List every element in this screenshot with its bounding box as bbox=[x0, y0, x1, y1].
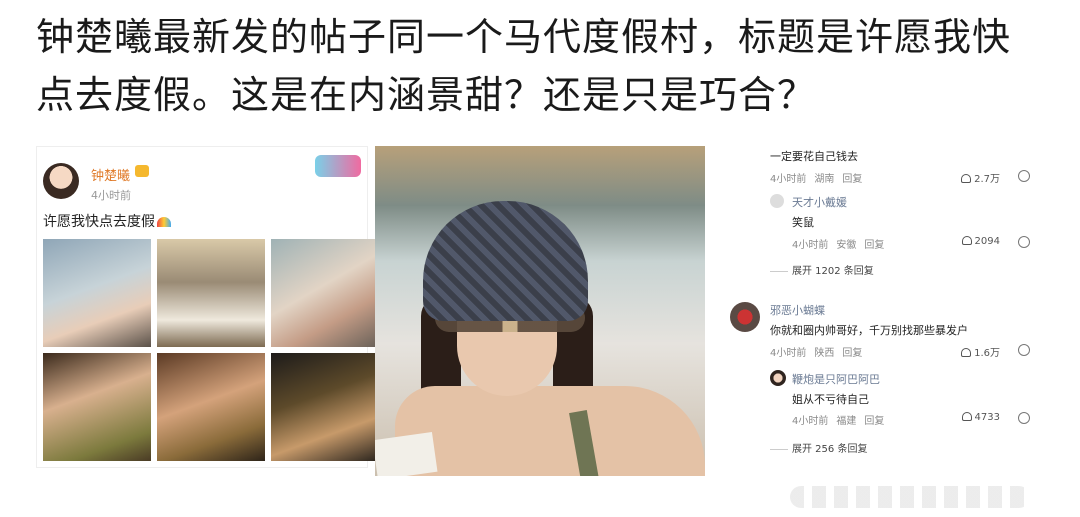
reply-button[interactable]: 回复 bbox=[842, 174, 862, 185]
avatar[interactable] bbox=[730, 302, 760, 332]
like-button[interactable]: 2094 bbox=[961, 236, 1000, 247]
post-text-content: 许愿我快点去度假 bbox=[43, 214, 155, 230]
like-count: 1.6万 bbox=[974, 348, 1000, 359]
reply-time: 4小时前 bbox=[792, 416, 829, 427]
avatar[interactable] bbox=[770, 370, 786, 386]
comment-item: 邪恶小蝴蝶 你就和圈内帅哥好，千万别找那些暴发户 4小时前 陕西 回复 1.6万 bbox=[730, 300, 1040, 364]
reply-text: 姐从不亏待自己 bbox=[792, 393, 869, 406]
badge-icon bbox=[315, 155, 361, 177]
comment-meta: 4小时前 湖南 回复 bbox=[770, 170, 870, 185]
reply-meta: 4小时前 安徽 回复 bbox=[792, 236, 892, 251]
expand-replies-button[interactable]: 展开 256 条回复 bbox=[770, 440, 867, 455]
torso bbox=[395, 386, 705, 476]
post-text: 许愿我快点去度假 bbox=[43, 211, 171, 231]
heart-icon bbox=[961, 174, 972, 183]
crown-icon bbox=[135, 165, 149, 177]
reply-meta: 4小时前 福建 回复 bbox=[792, 412, 892, 427]
avatar[interactable] bbox=[43, 163, 79, 199]
like-count: 2094 bbox=[974, 236, 1000, 247]
bucket-hat bbox=[423, 201, 588, 321]
like-count: 2.7万 bbox=[974, 174, 1000, 185]
headline: 钟楚曦最新发的帖子同一个马代度假村，标题是许愿我快点去度假。这是在内涵景甜？还是… bbox=[36, 15, 1012, 117]
comment-author[interactable]: 邪恶小蝴蝶 bbox=[770, 302, 825, 318]
book bbox=[375, 432, 438, 476]
decorative-bar bbox=[790, 486, 1030, 508]
dislike-icon[interactable] bbox=[1018, 236, 1030, 248]
post-card: 钟楚曦 4小时前 许愿我快点去度假 bbox=[36, 146, 379, 468]
reply-button[interactable]: 回复 bbox=[842, 348, 862, 359]
comment-meta: 4小时前 陕西 回复 bbox=[770, 344, 870, 359]
main-photo[interactable] bbox=[375, 146, 705, 476]
comment-time: 4小时前 bbox=[770, 348, 807, 359]
heart-icon bbox=[961, 412, 972, 421]
dislike-icon[interactable] bbox=[1018, 170, 1030, 182]
reply-text: 笑鼠 bbox=[792, 216, 814, 229]
like-count: 4733 bbox=[974, 412, 1000, 423]
post-thumbnail[interactable] bbox=[43, 353, 151, 461]
poster-name[interactable]: 钟楚曦 bbox=[91, 165, 130, 184]
post-thumbnail[interactable] bbox=[157, 353, 265, 461]
like-button[interactable]: 2.7万 bbox=[961, 170, 1000, 185]
reply-button[interactable]: 回复 bbox=[864, 416, 884, 427]
comment-time: 4小时前 bbox=[770, 174, 807, 185]
comment-item: 一定要花自己钱去 4小时前 湖南 回复 2.7万 bbox=[730, 144, 1040, 185]
comment-text: 一定要花自己钱去 bbox=[770, 150, 858, 163]
heart-icon bbox=[961, 348, 972, 357]
post-thumbnail[interactable] bbox=[271, 239, 379, 347]
reply-author[interactable]: 天才小戴媛 bbox=[792, 194, 847, 210]
comment-location: 湖南 bbox=[814, 174, 835, 185]
reply-item: 天才小戴媛 笑鼠 4小时前 安徽 回复 2094 bbox=[730, 192, 1040, 252]
reply-location: 安徽 bbox=[836, 240, 857, 251]
comment-location: 陕西 bbox=[814, 348, 835, 359]
like-button[interactable]: 4733 bbox=[961, 412, 1000, 423]
reply-location: 福建 bbox=[836, 416, 857, 427]
heart-icon bbox=[961, 236, 972, 245]
reply-author[interactable]: 鞭炮是只阿巴阿巴 bbox=[792, 371, 880, 387]
expand-replies-button[interactable]: 展开 1202 条回复 bbox=[770, 262, 874, 277]
comments-panel: 一定要花自己钱去 4小时前 湖南 回复 2.7万 天才小戴媛 笑鼠 4小时前 安徽 回复… bbox=[730, 140, 1040, 470]
like-button[interactable]: 1.6万 bbox=[961, 344, 1000, 359]
comment-text: 你就和圈内帅哥好，千万别找那些暴发户 bbox=[770, 324, 968, 337]
umbrella-icon bbox=[157, 217, 171, 227]
post-thumbnail[interactable] bbox=[271, 353, 379, 461]
reply-item: 鞭炮是只阿巴阿巴 姐从不亏待自己 4小时前 福建 回复 4733 bbox=[730, 368, 1040, 428]
reply-button[interactable]: 回复 bbox=[864, 240, 884, 251]
post-time: 4小时前 bbox=[91, 189, 131, 202]
post-thumbnail[interactable] bbox=[43, 239, 151, 347]
post-thumbnail[interactable] bbox=[157, 239, 265, 347]
reply-time: 4小时前 bbox=[792, 240, 829, 251]
dislike-icon[interactable] bbox=[1018, 344, 1030, 356]
dislike-icon[interactable] bbox=[1018, 412, 1030, 424]
avatar[interactable] bbox=[770, 194, 784, 208]
